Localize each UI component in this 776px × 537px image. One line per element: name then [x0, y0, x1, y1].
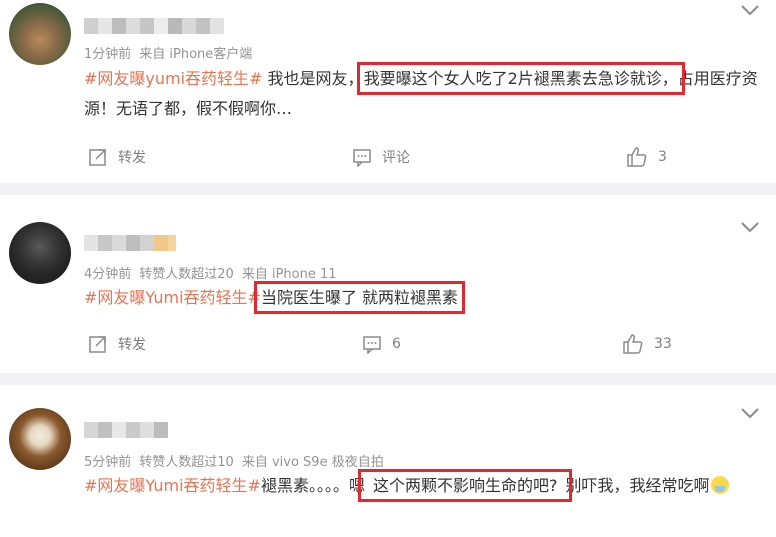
like-button[interactable]: 33 [622, 329, 672, 359]
avatar[interactable] [9, 408, 71, 470]
repost-label: 转发 [118, 337, 146, 353]
highlighted-text: 我要曝这个女人吃了2片褪黑素去急诊就诊， [356, 62, 685, 95]
highlighted-text: 这个两颗不影响生命的吧? [357, 469, 573, 502]
chevron-down-icon[interactable] [740, 4, 760, 16]
chevron-down-icon[interactable] [740, 407, 760, 419]
source[interactable]: 来自 vivo S9e 极夜自拍 [242, 455, 384, 470]
timestamp: 5分钟前 [84, 455, 132, 470]
reposter-count: 转赞人数超过10 [139, 455, 234, 470]
comment-label: 评论 [382, 150, 410, 166]
repost-button[interactable]: 转发 [88, 329, 146, 359]
repost-icon [89, 336, 106, 353]
comment-icon [363, 336, 381, 354]
comment-button[interactable]: 评论 [352, 142, 410, 172]
comment-icon [353, 149, 371, 167]
action-bar: 转发 6 33 [0, 329, 776, 359]
avatar[interactable] [9, 222, 71, 284]
comment-card: 1分钟前 来自 iPhone客户端 #网友曝yumi吞药轻生# 我也是网友，我要曝… [0, 0, 776, 183]
thumbs-up-icon [623, 334, 643, 354]
like-count: 3 [658, 149, 667, 165]
repost-label: 转发 [118, 150, 146, 166]
text-after: 别吓我，我经常吃啊 [565, 476, 710, 495]
repost-button[interactable]: 转发 [88, 142, 146, 172]
card-separator [0, 373, 776, 385]
thumbs-up-icon [627, 147, 647, 167]
text-before: 褪黑素。。。。嗯 [260, 476, 365, 495]
timestamp: 1分钟前 [84, 47, 132, 62]
repost-icon [89, 149, 106, 166]
hashtag-link[interactable]: #网友曝Yumi吞药轻生# [84, 476, 261, 495]
action-bar: 转发 评论 3 [0, 142, 776, 172]
comment-meta: 5分钟前 转赞人数超过10 来自 vivo S9e 极夜自拍 [84, 451, 384, 470]
comment-meta: 4分钟前 转赞人数超过20 来自 iPhone 11 [84, 263, 337, 282]
source[interactable]: 来自 iPhone 11 [242, 267, 337, 282]
timestamp: 4分钟前 [84, 267, 132, 282]
comment-meta: 1分钟前 来自 iPhone客户端 [84, 43, 252, 62]
comment-card: 5分钟前 转赞人数超过10 来自 vivo S9e 极夜自拍 #网友曝Yumi吞药轻… [0, 385, 776, 537]
chevron-down-icon[interactable] [740, 221, 760, 233]
comment-text: #网友曝Yumi吞药轻生#当院医生曝了 就两粒褪黑素 [84, 281, 764, 314]
like-button[interactable]: 3 [626, 142, 667, 172]
highlighted-text: 当院医生曝了 就两粒褪黑素 [253, 281, 466, 314]
comment-text: #网友曝Yumi吞药轻生#褪黑素。。。。嗯 这个两颗不影响生命的吧? 别吓我，我经常… [84, 469, 764, 502]
text-before: 我也是网友， [262, 69, 364, 88]
comment-button[interactable]: 6 [362, 329, 401, 359]
username-blurred[interactable] [84, 422, 168, 438]
username-blurred[interactable] [84, 235, 176, 251]
like-count: 33 [654, 336, 672, 352]
card-separator [0, 183, 776, 195]
source[interactable]: 来自 iPhone客户端 [139, 47, 252, 62]
comment-card: 4分钟前 转赞人数超过20 来自 iPhone 11 #网友曝Yumi吞药轻生#当院… [0, 195, 776, 373]
username-blurred[interactable] [84, 18, 224, 34]
reposter-count: 转赞人数超过20 [139, 267, 234, 282]
worried-face-emoji-icon [711, 476, 730, 494]
comment-count: 6 [392, 336, 401, 352]
hashtag-link[interactable]: #网友曝yumi吞药轻生# [84, 69, 262, 88]
avatar[interactable] [9, 3, 71, 65]
comment-text: #网友曝yumi吞药轻生# 我也是网友，我要曝这个女人吃了2片褪黑素去急诊就诊，… [84, 62, 764, 124]
hashtag-link[interactable]: #网友曝Yumi吞药轻生# [84, 288, 261, 307]
